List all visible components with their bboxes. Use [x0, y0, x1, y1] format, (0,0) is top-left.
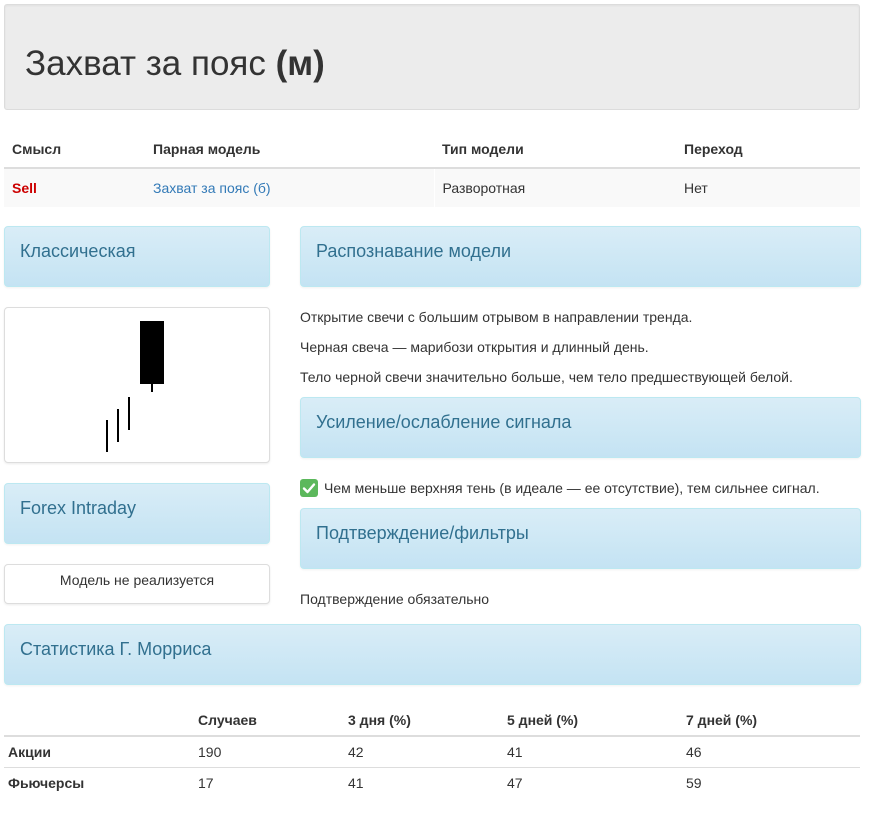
candlestick-diagram — [106, 321, 164, 452]
forex-panel-title: Forex Intraday — [20, 498, 137, 518]
table-row: Фьючерсы 17 41 47 59 — [4, 767, 860, 798]
forex-box: Модель не реализуется — [4, 564, 270, 604]
table-row: Акции 190 42 41 46 — [4, 736, 860, 768]
black-marubozu-body — [140, 321, 164, 384]
col-pair-model: Парная модель — [145, 130, 434, 169]
stats-col-5days: 5 дней (%) — [503, 704, 682, 737]
confirm-panel-heading: Подтверждение/фильтры — [300, 508, 861, 569]
title-main: Захват за пояс — [25, 44, 266, 83]
pair-model-link[interactable]: Захват за пояс (б) — [153, 180, 271, 196]
stats-panel-heading: Статистика Г. Морриса — [4, 624, 861, 685]
signal-item: Чем меньше верхняя тень (в идеале — ее о… — [300, 479, 820, 498]
recognition-line-1: Открытие свечи с большим отрывом в напра… — [300, 309, 693, 325]
classic-panel-title: Классическая — [20, 241, 136, 261]
sell-label: Sell — [12, 180, 37, 196]
col-meaning: Смысл — [4, 130, 145, 169]
transition-cell: Нет — [676, 168, 860, 207]
3days-cell: 42 — [344, 736, 503, 768]
classic-panel-heading: Классическая — [4, 226, 270, 287]
col-model-type: Тип модели — [434, 130, 676, 169]
3days-cell: 41 — [348, 774, 364, 791]
title-suffix: (м) — [275, 44, 325, 83]
forex-text: Модель не реализуется — [59, 572, 215, 588]
pair-model-cell: Захват за пояс (б) — [145, 168, 434, 207]
signal-panel-title: Усиление/ослабление сигнала — [316, 412, 572, 432]
cases-cell: 17 — [198, 774, 214, 791]
checkmark-icon — [300, 479, 318, 498]
row-label: Фьючерсы — [8, 774, 85, 791]
recognition-panel-heading: Распознавание модели — [300, 226, 861, 287]
recognition-line-3: Тело черной свечи значительно больше, че… — [300, 369, 793, 385]
model-type-cell: Разворотная — [433, 168, 676, 207]
stats-col-cases: Случаев — [194, 704, 344, 737]
candlestick-figure — [4, 307, 270, 463]
stats-header-row: Случаев 3 дня (%) 5 дней (%) 7 дней (%) — [4, 704, 860, 737]
forex-panel-heading: Forex Intraday — [4, 483, 270, 544]
info-data-row: Sell Захват за пояс (б) Разворотная Нет — [4, 168, 860, 207]
confirm-text: Подтверждение обязательно — [300, 591, 490, 607]
row-label: Акции — [4, 736, 194, 768]
stats-col-7days: 7 дней (%) — [682, 704, 860, 737]
meaning-cell: Sell — [4, 168, 145, 207]
confirm-panel-title: Подтверждение/фильтры — [316, 523, 529, 543]
signal-text: Чем меньше верхняя тень (в идеале — ее о… — [324, 480, 820, 496]
5days-cell: 47 — [507, 774, 523, 791]
recognition-line-2: Черная свеча — марибози открытия и длинн… — [300, 339, 649, 355]
recognition-panel-title: Распознавание модели — [316, 241, 512, 261]
col-transition: Переход — [676, 130, 860, 169]
stats-col-3days: 3 дня (%) — [344, 704, 503, 737]
7days-cell: 59 — [686, 774, 702, 791]
signal-panel-heading: Усиление/ослабление сигнала — [300, 397, 861, 458]
stats-panel-title: Статистика Г. Морриса — [20, 639, 212, 659]
stats-col-empty — [4, 704, 194, 737]
page-title: Захват за пояс (м) — [25, 43, 325, 85]
5days-cell: 41 — [503, 736, 682, 768]
7days-cell: 46 — [682, 736, 860, 768]
cases-cell: 190 — [194, 736, 344, 768]
stats-table: Случаев 3 дня (%) 5 дней (%) 7 дней (%) … — [4, 704, 860, 798]
page-header: Захват за пояс (м) — [4, 4, 860, 110]
info-table: Смысл Парная модель Тип модели Переход S… — [4, 130, 860, 207]
info-header-row: Смысл Парная модель Тип модели Переход — [4, 130, 860, 169]
